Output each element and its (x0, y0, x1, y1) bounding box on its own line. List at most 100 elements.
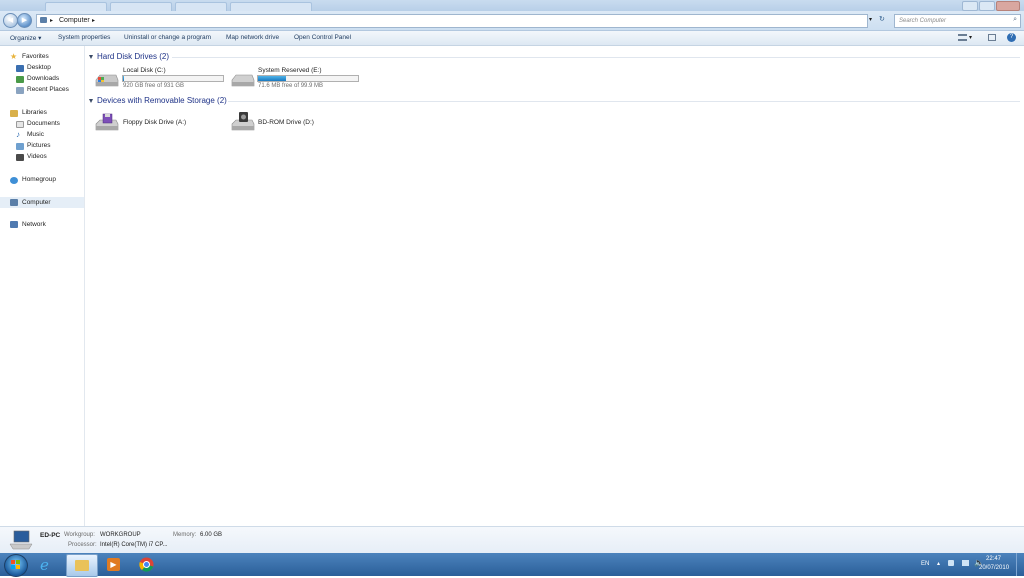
search-input[interactable]: Search Computer ⌕ (894, 14, 1021, 28)
windows-logo-icon (11, 560, 20, 569)
recent-places-icon (16, 87, 24, 94)
navigation-pane: ★ Favorites Desktop Downloads Recent Pla… (0, 46, 85, 526)
videos-icon (16, 154, 24, 161)
sidebar-item-network[interactable]: Network (22, 221, 46, 228)
preview-pane-icon[interactable] (988, 34, 996, 41)
chrome-icon (139, 557, 154, 572)
drive-e-usage-bar (257, 75, 359, 82)
computer-icon (10, 199, 18, 206)
computer-large-icon (9, 530, 33, 550)
group-divider (172, 57, 1020, 58)
background-tab[interactable] (110, 2, 172, 11)
forward-arrow-icon: ▶ (21, 17, 28, 24)
group-divider (228, 101, 1020, 102)
close-button[interactable] (996, 1, 1020, 11)
drive-e-usage-fill (258, 76, 286, 81)
group-header-removable-storage[interactable]: Devices with Removable Storage (2) (97, 96, 227, 105)
address-box[interactable]: ▸ Computer ▸ (36, 14, 868, 28)
collapse-arrow-icon[interactable] (89, 99, 93, 103)
open-control-panel-button[interactable]: Open Control Panel (294, 34, 351, 41)
action-center-icon[interactable] (948, 560, 954, 566)
breadcrumb-arrow-icon[interactable]: ▸ (50, 16, 53, 26)
network-status-icon[interactable] (962, 560, 969, 566)
drive-c-label[interactable]: Local Disk (C:) (123, 67, 166, 74)
search-placeholder: Search Computer (899, 18, 947, 24)
show-desktop-button[interactable] (1016, 553, 1024, 576)
drive-e[interactable] (230, 73, 255, 89)
sidebar-item-downloads[interactable]: Downloads (27, 75, 59, 82)
drive-e-free-space: 71.6 MB free of 99.9 MB (258, 83, 324, 89)
collapse-arrow-icon[interactable] (89, 55, 93, 59)
taskbar-windows-explorer[interactable] (66, 554, 98, 577)
command-bar: Organize ▾ System properties Uninstall o… (0, 31, 1024, 46)
drive-c-free-space: 920 GB free of 931 GB (123, 83, 185, 89)
documents-icon (16, 121, 24, 128)
start-button[interactable] (4, 554, 28, 577)
clock-date[interactable]: 20/07/2010 (979, 565, 1009, 571)
taskbar-media-player[interactable]: ▶ (99, 554, 129, 575)
drive-c[interactable] (94, 71, 119, 89)
title-tab-strip (0, 0, 1024, 11)
organize-button[interactable]: Organize ▾ (10, 34, 41, 42)
forward-button[interactable]: ▶ (17, 13, 32, 28)
background-tab[interactable] (175, 2, 227, 11)
folder-icon (75, 560, 89, 571)
sidebar-item-libraries[interactable]: Libraries (22, 109, 47, 116)
internet-explorer-icon: e (40, 556, 49, 574)
taskbar-chrome[interactable] (132, 554, 162, 575)
media-player-icon: ▶ (107, 558, 120, 571)
sidebar-item-desktop[interactable]: Desktop (27, 64, 51, 71)
sidebar-item-recent-places[interactable]: Recent Places (27, 86, 69, 93)
star-icon: ★ (10, 52, 18, 61)
map-network-drive-button[interactable]: Map network drive (226, 34, 279, 41)
drive-a-label[interactable]: Floppy Disk Drive (A:) (123, 119, 186, 126)
system-properties-button[interactable]: System properties (58, 34, 110, 41)
breadcrumb-arrow-icon[interactable]: ▸ (92, 16, 95, 26)
drive-c-usage-bar (122, 75, 224, 82)
breadcrumb-computer[interactable]: Computer (59, 16, 90, 26)
background-tab[interactable] (230, 2, 312, 11)
drive-d-label[interactable]: BD-ROM Drive (D:) (258, 119, 314, 126)
network-icon (10, 221, 18, 228)
processor-value: Intel(R) Core(TM) i7 CP... (100, 542, 168, 548)
sidebar-item-pictures[interactable]: Pictures (27, 142, 50, 149)
computer-name: ED-PC (40, 532, 61, 539)
tray-expand-icon[interactable]: ▴ (937, 560, 940, 567)
language-indicator[interactable]: EN (921, 561, 929, 567)
sidebar-item-favorites[interactable]: Favorites (22, 53, 49, 60)
memory-label: Memory: (173, 532, 197, 538)
processor-label: Processor: (68, 542, 97, 548)
view-dropdown-icon[interactable]: ▾ (969, 34, 972, 41)
sidebar-item-videos[interactable]: Videos (27, 153, 47, 160)
taskbar: e ▶ EN ▴ 🔈 22:47 20/07/2010 (0, 553, 1024, 577)
sidebar-item-music[interactable]: Music (27, 131, 44, 138)
group-header-hard-disk-drives[interactable]: Hard Disk Drives (2) (97, 52, 169, 61)
drive-e-label[interactable]: System Reserved (E:) (258, 67, 322, 74)
view-options-icon[interactable] (958, 34, 967, 41)
workgroup-value: WORKGROUP (100, 532, 141, 538)
sidebar-item-computer[interactable]: Computer (22, 199, 51, 206)
computer-icon (40, 17, 47, 23)
background-tab[interactable] (45, 2, 107, 11)
homegroup-icon (10, 177, 18, 184)
search-icon[interactable]: ⌕ (1013, 16, 1017, 24)
back-button[interactable]: ◀ (3, 13, 18, 28)
workgroup-label: Workgroup: (64, 532, 95, 538)
clock-time[interactable]: 22:47 (986, 556, 1001, 562)
drive-a[interactable] (94, 113, 119, 133)
libraries-icon (10, 110, 18, 117)
help-icon[interactable]: ? (1007, 33, 1016, 42)
dropdown-arrow-icon[interactable]: ▾ (869, 16, 872, 23)
taskbar-internet-explorer[interactable]: e (33, 554, 63, 575)
address-bar-row: ◀ ▶ ▸ Computer ▸ ▾ ↻ Search Computer ⌕ (0, 11, 1024, 31)
sidebar-item-documents[interactable]: Documents (27, 120, 60, 127)
maximize-button[interactable] (979, 1, 995, 11)
downloads-icon (16, 76, 24, 83)
sidebar-item-homegroup[interactable]: Homegroup (22, 176, 56, 183)
music-icon: ♪ (16, 130, 20, 139)
minimize-button[interactable] (962, 1, 978, 11)
refresh-icon[interactable]: ↻ (879, 15, 885, 23)
uninstall-program-button[interactable]: Uninstall or change a program (124, 34, 211, 41)
drive-d[interactable] (230, 111, 255, 133)
details-pane: ED-PC Workgroup: WORKGROUP Memory: 6.00 … (0, 526, 1024, 554)
